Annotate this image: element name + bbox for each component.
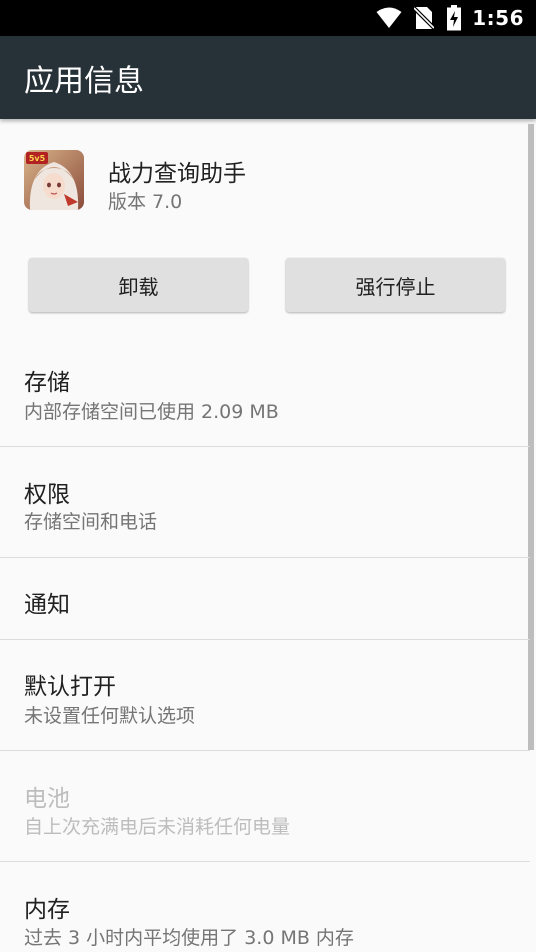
uninstall-button[interactable]: 卸载 (29, 258, 248, 312)
setting-permissions[interactable]: 权限 存储空间和电话 (0, 447, 530, 557)
force-stop-button[interactable]: 强行停止 (286, 258, 505, 312)
setting-title: 通知 (24, 592, 70, 618)
battery-charging-icon (446, 5, 462, 31)
app-name: 战力查询助手 (108, 161, 246, 187)
status-bar: 1:56 (0, 0, 536, 36)
setting-summary: 自上次充满电后未消耗任何电量 (24, 816, 291, 838)
setting-summary: 过去 3 小时内平均使用了 3.0 MB 内存 (24, 927, 354, 949)
app-version: 版本 7.0 (108, 191, 183, 213)
setting-memory[interactable]: 内存 过去 3 小时内平均使用了 3.0 MB 内存 (0, 862, 530, 952)
setting-summary: 存储空间和电话 (24, 511, 158, 533)
setting-title: 权限 (24, 482, 70, 508)
setting-summary: 未设置任何默认选项 (24, 705, 196, 727)
setting-battery: 电池 自上次充满电后未消耗任何电量 (0, 751, 530, 861)
setting-open-by-default[interactable]: 默认打开 未设置任何默认选项 (0, 640, 530, 750)
app-icon-badge: 5v5 (29, 154, 46, 163)
status-time: 1:56 (472, 6, 524, 30)
setting-summary: 内部存储空间已使用 2.09 MB (24, 401, 279, 423)
setting-title: 存储 (24, 370, 70, 396)
app-header: 5v5 战力查询助手 版本 7.0 (0, 148, 530, 213)
setting-title: 电池 (24, 786, 70, 812)
no-sim-icon (414, 6, 435, 30)
wifi-icon (376, 7, 402, 29)
page-title: 应用信息 (24, 63, 144, 99)
setting-storage[interactable]: 存储 内部存储空间已使用 2.09 MB (0, 335, 530, 446)
setting-title: 默认打开 (24, 674, 116, 700)
app-icon: 5v5 (24, 150, 84, 210)
app-bar: 应用信息 (0, 36, 536, 119)
setting-title: 内存 (24, 897, 70, 923)
setting-notifications[interactable]: 通知 (0, 558, 530, 639)
